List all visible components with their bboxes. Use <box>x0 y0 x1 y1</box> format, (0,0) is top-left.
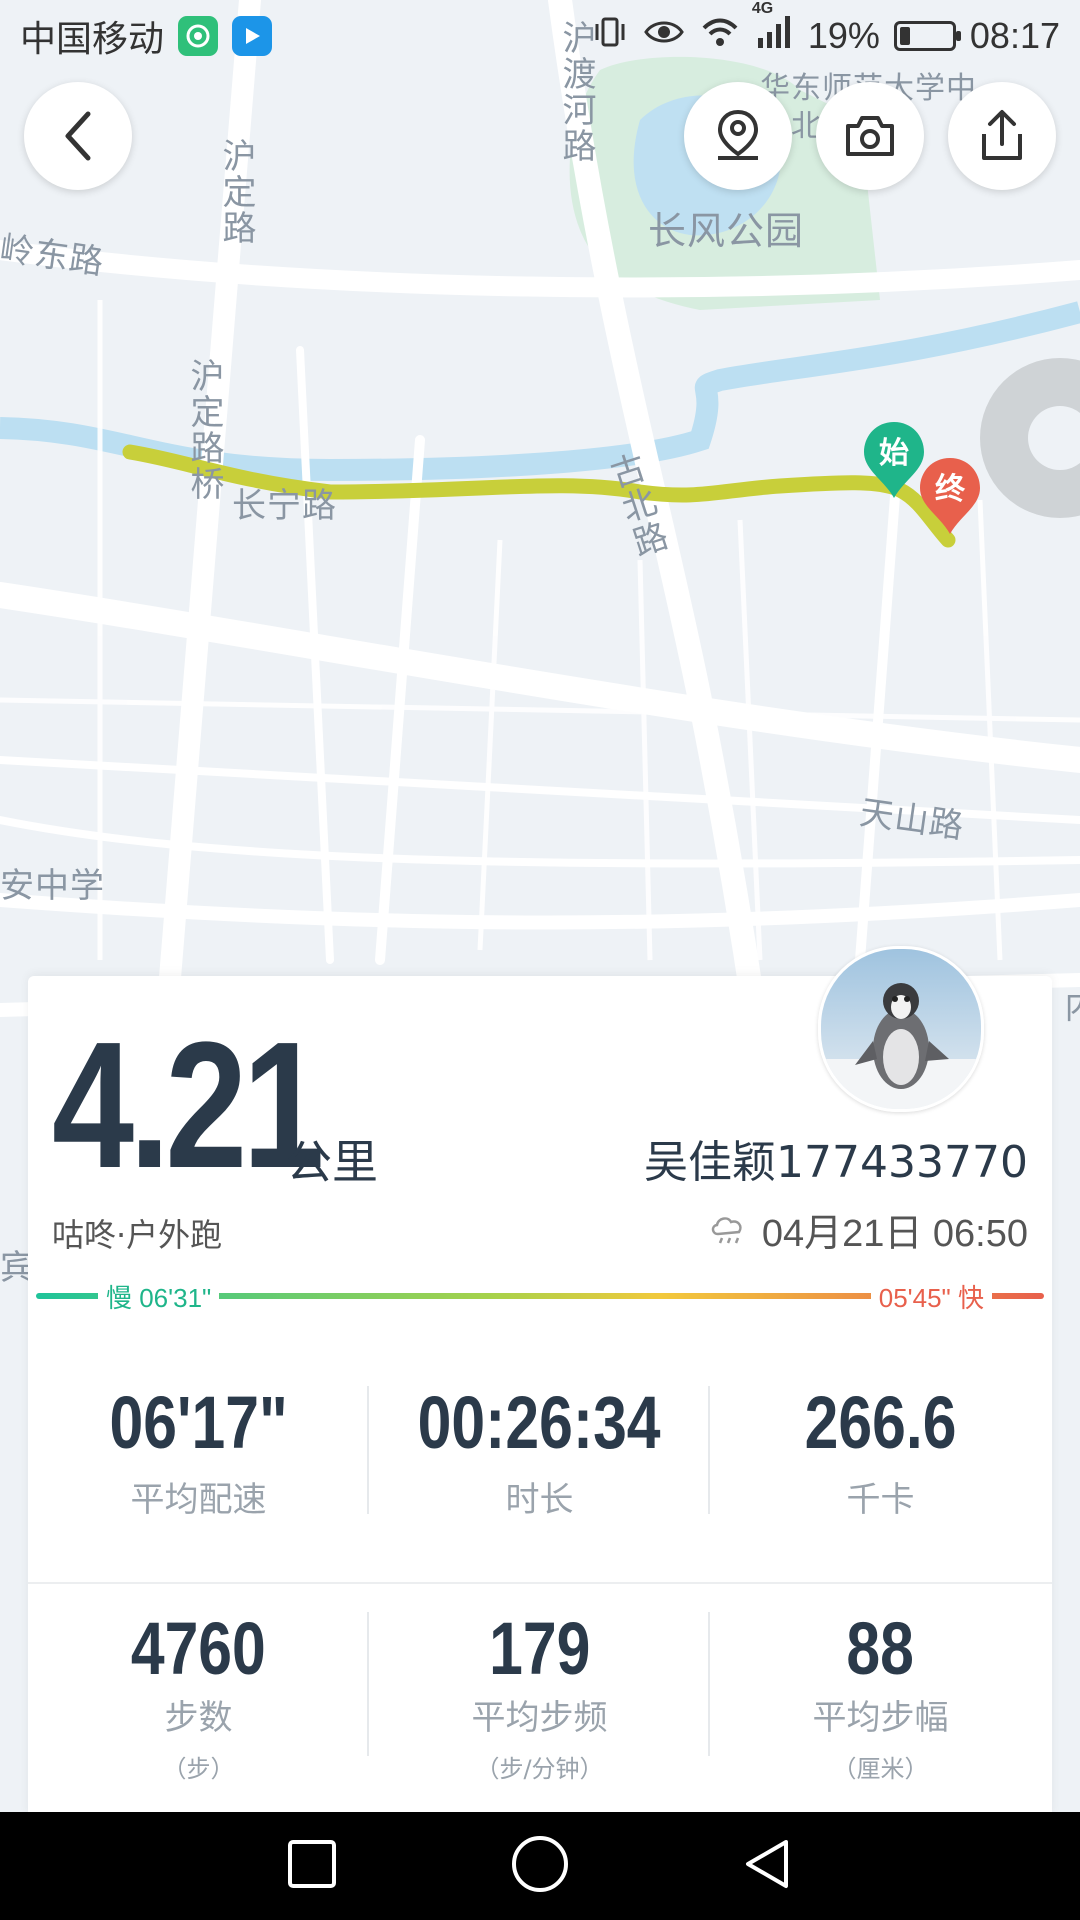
share-button[interactable] <box>948 82 1056 190</box>
run-datetime: 04月21日 06:50 <box>708 1202 1028 1257</box>
video-app-icon <box>232 16 273 56</box>
stat-label: 平均配速 <box>130 1480 267 1520</box>
stat-label: 步数 <box>164 1698 233 1738</box>
circle-icon <box>511 1836 568 1892</box>
weather-rain-icon <box>711 1216 742 1243</box>
activity-type: 咕咚·户外跑 <box>52 1216 223 1254</box>
start-marker[interactable]: 始 <box>862 420 926 500</box>
start-marker-label: 始 <box>879 436 909 471</box>
stat-label: 时长 <box>505 1480 574 1520</box>
map-label-road-changning: 长宁路 <box>232 486 337 526</box>
username: 吴佳颖177433770 <box>644 1137 1028 1188</box>
map-label-school-an: 安中学 <box>0 866 105 906</box>
pace-fast-label: 05'45" 快 <box>870 1278 992 1315</box>
end-marker-label: 终 <box>935 472 965 507</box>
stats-divider <box>28 1582 1052 1584</box>
stats-row-primary: 06'17" 平均配速 00:26:34 时长 266.6 千卡 <box>28 1386 1052 1521</box>
share-icon <box>982 110 1022 160</box>
stat-value: 00:26:34 <box>418 1381 661 1464</box>
datetime-text: 04月21日 06:50 <box>761 1213 1028 1255</box>
vibrate-icon <box>592 14 628 59</box>
stat-unit: （步/分钟） <box>475 1755 604 1783</box>
stat-label: 平均步频 <box>471 1698 608 1738</box>
avatar[interactable] <box>818 946 984 1112</box>
status-bar: 中国移动 4G 19% 08:17 <box>0 0 1080 72</box>
chevron-left-icon <box>65 111 91 161</box>
stat-unit: （步） <box>162 1755 235 1783</box>
back-nav-button[interactable] <box>740 1836 796 1896</box>
stat-cadence: 179 平均步频 （步/分钟） <box>369 1612 710 1784</box>
stat-label: 千卡 <box>846 1480 915 1520</box>
distance-value: 4.21 <box>52 1005 325 1206</box>
location-button[interactable] <box>684 82 792 190</box>
clock: 08:17 <box>969 15 1060 56</box>
battery-icon <box>893 21 961 51</box>
square-icon <box>288 1840 337 1888</box>
stat-unit: （厘米） <box>832 1755 929 1783</box>
cellular-signal-icon: 4G <box>752 0 794 59</box>
stat-value: 06'17" <box>109 1381 288 1464</box>
distance-unit: 公里 <box>286 1135 378 1189</box>
wifi-icon <box>700 14 740 59</box>
map-label-edge-right: 内 <box>1058 988 1080 1024</box>
system-nav-bar <box>0 1812 1080 1920</box>
map-label-road-huding: 沪定路 <box>216 138 256 246</box>
map-label-road-huding-bridge: 沪定路桥 <box>184 358 224 502</box>
map-label-park: 长风公园 <box>648 209 805 253</box>
recents-button[interactable] <box>284 1836 340 1896</box>
stat-avg-pace: 06'17" 平均配速 <box>28 1386 369 1521</box>
pace-gradient-bar: 慢 06'31" 05'45" 快 <box>36 1276 1044 1316</box>
stat-value: 4760 <box>131 1607 266 1690</box>
pace-slow-label: 慢 06'31" <box>98 1278 220 1315</box>
stat-label: 平均步幅 <box>812 1698 949 1738</box>
end-marker[interactable]: 终 <box>918 456 982 536</box>
stat-steps: 4760 步数 （步） <box>28 1612 369 1784</box>
stat-duration: 00:26:34 时长 <box>369 1386 710 1521</box>
home-button[interactable] <box>509 1833 571 1899</box>
stat-calories: 266.6 千卡 <box>710 1386 1051 1521</box>
app-notification-icon <box>178 16 219 56</box>
eye-comfort-icon <box>642 14 686 59</box>
stats-row-secondary: 4760 步数 （步） 179 平均步频 （步/分钟） 88 平均步幅 （厘米） <box>28 1612 1052 1784</box>
map-pin-icon <box>717 109 759 160</box>
stat-value: 88 <box>846 1607 915 1690</box>
stat-value: 266.6 <box>804 1381 957 1464</box>
triangle-back-icon <box>745 1840 788 1888</box>
back-button[interactable] <box>24 82 132 190</box>
carrier-name: 中国移动 <box>20 18 165 59</box>
battery-percent: 19% <box>807 15 880 56</box>
stat-value: 179 <box>488 1607 591 1690</box>
stat-stride: 88 平均步幅 （厘米） <box>710 1612 1051 1784</box>
network-type: 4G <box>751 0 774 17</box>
run-summary-card: 4.21 公里 咕咚·户外跑 吴佳颖177433770 04月21日 06:50… <box>28 946 1052 1816</box>
camera-icon <box>846 116 894 156</box>
camera-button[interactable] <box>816 82 924 190</box>
